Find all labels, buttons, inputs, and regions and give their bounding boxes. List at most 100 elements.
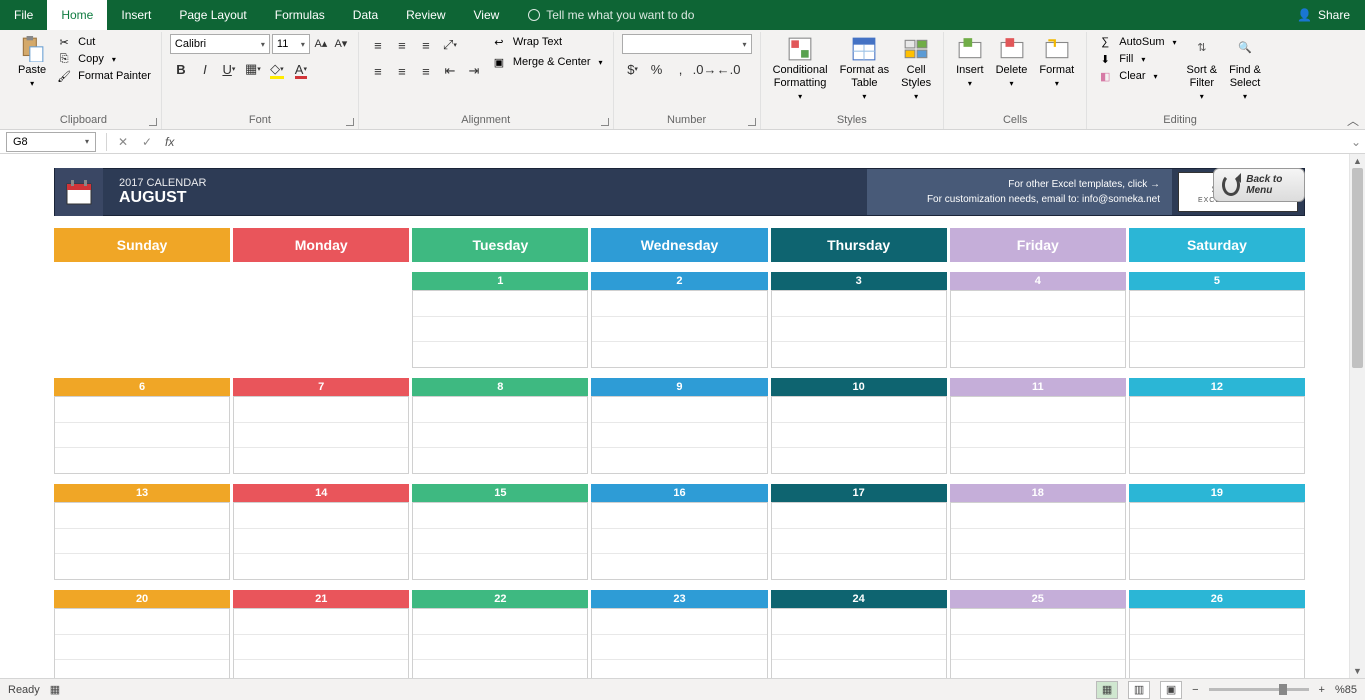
calendar-cell-body[interactable] — [412, 502, 588, 580]
calendar-cell[interactable]: 22 — [412, 590, 588, 678]
calendar-cell[interactable] — [233, 272, 409, 368]
name-box[interactable]: G8▾ — [6, 132, 96, 152]
cut-button[interactable]: ✂Cut — [54, 34, 153, 50]
dialog-launcher-icon[interactable] — [748, 118, 756, 126]
calendar-cell-body[interactable] — [771, 396, 947, 474]
fill-button[interactable]: ⬇Fill▾ — [1095, 51, 1178, 67]
format-as-table-button[interactable]: Format as Table▾ — [836, 34, 894, 104]
calendar-cell[interactable]: 6 — [54, 378, 230, 474]
worksheet[interactable]: 2017 CALENDAR AUGUST For other Excel tem… — [0, 154, 1349, 678]
calendar-cell-body[interactable] — [591, 396, 767, 474]
calendar-cell[interactable]: 7 — [233, 378, 409, 474]
calendar-cell-body[interactable] — [771, 502, 947, 580]
bold-button[interactable]: B — [170, 58, 192, 80]
calendar-cell-body[interactable] — [54, 608, 230, 678]
calendar-cell-body[interactable] — [412, 396, 588, 474]
dialog-launcher-icon[interactable] — [346, 118, 354, 126]
accounting-format-button[interactable]: $▾ — [622, 58, 644, 80]
align-left-button[interactable]: ≡ — [367, 60, 389, 82]
font-name-combo[interactable]: Calibri▾ — [170, 34, 270, 54]
calendar-cell[interactable]: 1 — [412, 272, 588, 368]
scroll-up-button[interactable]: ▲ — [1350, 154, 1365, 168]
share-button[interactable]: 👤Share — [1282, 0, 1365, 30]
comma-button[interactable]: , — [670, 58, 692, 80]
orientation-button[interactable]: ⤢▾ — [439, 34, 461, 56]
scroll-thumb[interactable] — [1352, 168, 1363, 368]
tab-data[interactable]: Data — [339, 0, 392, 30]
sort-filter-button[interactable]: ⇅Sort & Filter▾ — [1183, 34, 1222, 104]
calendar-cell[interactable]: 8 — [412, 378, 588, 474]
calendar-cell-body[interactable] — [950, 290, 1126, 368]
page-layout-view-button[interactable]: ▥ — [1128, 681, 1150, 699]
tab-file[interactable]: File — [0, 0, 47, 30]
insert-cells-button[interactable]: Insert▾ — [952, 34, 988, 91]
calendar-cell[interactable]: 17 — [771, 484, 947, 580]
calendar-cell[interactable]: 12 — [1129, 378, 1305, 474]
zoom-in-button[interactable]: + — [1319, 684, 1325, 696]
calendar-cell[interactable]: 9 — [591, 378, 767, 474]
page-break-view-button[interactable]: ▣ — [1160, 681, 1182, 699]
align-middle-button[interactable]: ≡ — [391, 34, 413, 56]
calendar-cell-body[interactable] — [412, 290, 588, 368]
calendar-cell-body[interactable] — [233, 502, 409, 580]
calendar-cell-body[interactable] — [233, 290, 409, 368]
tab-page-layout[interactable]: Page Layout — [165, 0, 260, 30]
cancel-formula-button[interactable]: ✕ — [111, 135, 135, 149]
calendar-cell-body[interactable] — [1129, 608, 1305, 678]
macro-icon[interactable]: ▦ — [50, 683, 60, 696]
calendar-cell-body[interactable] — [771, 608, 947, 678]
calendar-cell[interactable]: 3 — [771, 272, 947, 368]
calendar-cell[interactable]: 13 — [54, 484, 230, 580]
format-painter-button[interactable]: 🖌Format Painter — [54, 68, 153, 84]
calendar-cell[interactable]: 11 — [950, 378, 1126, 474]
calendar-cell-body[interactable] — [233, 396, 409, 474]
calendar-cell[interactable]: 2 — [591, 272, 767, 368]
calendar-cell[interactable]: 23 — [591, 590, 767, 678]
calendar-cell[interactable]: 20 — [54, 590, 230, 678]
calendar-cell[interactable]: 4 — [950, 272, 1126, 368]
cell-styles-button[interactable]: Cell Styles▾ — [897, 34, 935, 104]
calendar-cell-body[interactable] — [54, 396, 230, 474]
zoom-out-button[interactable]: − — [1192, 684, 1198, 696]
fill-color-button[interactable]: ◇▾ — [266, 58, 288, 80]
increase-decimal-button[interactable]: .0→ — [694, 58, 716, 80]
calendar-cell-body[interactable] — [1129, 290, 1305, 368]
normal-view-button[interactable]: ▦ — [1096, 681, 1118, 699]
calendar-cell-body[interactable] — [412, 608, 588, 678]
clear-button[interactable]: ◧Clear▾ — [1095, 68, 1178, 84]
dialog-launcher-icon[interactable] — [601, 118, 609, 126]
vertical-scrollbar[interactable]: ▲ ▼ — [1349, 154, 1365, 678]
tab-view[interactable]: View — [460, 0, 514, 30]
calendar-cell[interactable]: 25 — [950, 590, 1126, 678]
increase-indent-button[interactable]: ⇥ — [463, 60, 485, 82]
italic-button[interactable]: I — [194, 58, 216, 80]
calendar-cell[interactable]: 18 — [950, 484, 1126, 580]
font-size-combo[interactable]: 11▾ — [272, 34, 310, 54]
scroll-down-button[interactable]: ▼ — [1350, 664, 1365, 678]
calendar-cell[interactable] — [54, 272, 230, 368]
decrease-decimal-button[interactable]: ←.0 — [718, 58, 740, 80]
zoom-slider[interactable] — [1209, 688, 1309, 691]
calendar-cell-body[interactable] — [1129, 396, 1305, 474]
calendar-cell-body[interactable] — [54, 502, 230, 580]
align-top-button[interactable]: ≡ — [367, 34, 389, 56]
find-select-button[interactable]: 🔍Find & Select▾ — [1225, 34, 1265, 104]
tab-insert[interactable]: Insert — [107, 0, 165, 30]
calendar-cell[interactable]: 24 — [771, 590, 947, 678]
align-right-button[interactable]: ≡ — [415, 60, 437, 82]
merge-center-button[interactable]: ▣Merge & Center▾ — [489, 54, 605, 70]
calendar-cell[interactable]: 16 — [591, 484, 767, 580]
collapse-ribbon-button[interactable]: ︿ — [1347, 112, 1359, 129]
calendar-cell-body[interactable] — [591, 608, 767, 678]
increase-font-button[interactable]: A▴ — [312, 34, 330, 52]
fx-icon[interactable]: fx — [159, 135, 180, 149]
calendar-cell[interactable]: 10 — [771, 378, 947, 474]
font-color-button[interactable]: A▾ — [290, 58, 312, 80]
zoom-level[interactable]: %85 — [1335, 684, 1357, 696]
decrease-font-button[interactable]: A▾ — [332, 34, 350, 52]
number-format-combo[interactable]: ▾ — [622, 34, 752, 54]
copy-button[interactable]: ⎘Copy▾ — [54, 51, 153, 67]
formula-input[interactable] — [180, 132, 1347, 152]
tab-home[interactable]: Home — [47, 0, 107, 30]
calendar-cell[interactable]: 5 — [1129, 272, 1305, 368]
